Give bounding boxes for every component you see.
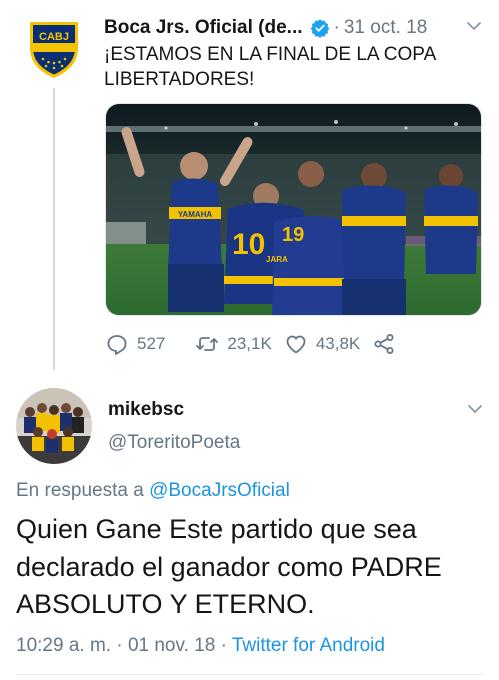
meta-separator-2: · — [220, 635, 227, 656]
reply-avatar[interactable] — [16, 388, 92, 464]
share-icon — [374, 334, 394, 354]
parent-tweet-header: Boca Jrs. Oficial (de... · 31 oct. 18 — [104, 14, 483, 42]
retweet-icon — [196, 337, 219, 351]
reply-count: 527 — [137, 334, 166, 353]
thread-line — [53, 88, 55, 370]
jersey-number-10: 10 — [232, 228, 265, 261]
retweet-action[interactable]: 23,1K — [195, 332, 272, 356]
meta-separator-1: · — [116, 635, 123, 656]
chevron-down-icon[interactable] — [466, 400, 484, 418]
boca-crest-icon: CABJ — [30, 22, 78, 78]
retweet-count: 23,1K — [227, 334, 272, 353]
tweet-time[interactable]: 10:29 a. m. — [16, 635, 111, 656]
in-reply-to-link[interactable]: @BocaJrsOficial — [149, 480, 290, 501]
like-action[interactable]: 43,8K — [284, 332, 360, 356]
share-action[interactable] — [372, 332, 396, 356]
reply-display-name[interactable]: mikebsc — [108, 399, 184, 421]
tweet-photo[interactable]: YAMAHA 10 19 JARA — [105, 103, 482, 316]
reply-tweet-text: Quien Gane Este partido que sea declarad… — [16, 514, 442, 619]
tweet-meta: 10:29 a. m. · 01 nov. 18 · Twitter for A… — [16, 635, 385, 657]
parent-display-name[interactable]: Boca Jrs. Oficial (de... — [104, 17, 303, 39]
sponsor-text: YAMAHA — [178, 210, 213, 219]
in-reply-prefix: En respuesta a — [16, 480, 150, 501]
tweet-date[interactable]: 01 nov. 18 — [128, 635, 215, 656]
verified-badge-icon — [310, 18, 330, 38]
boca-avatar[interactable]: CABJ — [26, 18, 82, 80]
parent-tweet[interactable]: CABJ Boca Jrs. Oficial (de... · 31 oct. … — [0, 0, 499, 372]
reply-icon — [107, 335, 127, 355]
crest-letters: CABJ — [39, 31, 69, 43]
parent-date-separator: · — [333, 17, 340, 38]
team-celebration-image: YAMAHA 10 19 JARA — [106, 104, 481, 315]
in-reply-to: En respuesta a @BocaJrsOficial — [16, 480, 290, 502]
parent-tweet-text: ¡ESTAMOS EN LA FINAL DE LA COPA LIBERTAD… — [104, 44, 436, 90]
sleeve-text: JARA — [266, 255, 288, 264]
reply-handle[interactable]: @ToreritoPoeta — [108, 432, 240, 454]
heart-icon — [286, 335, 306, 354]
chevron-down-icon[interactable] — [465, 17, 483, 35]
like-count: 43,8K — [315, 334, 361, 353]
jersey-number-19: 19 — [282, 224, 304, 246]
parent-date[interactable]: 31 oct. 18 — [344, 17, 427, 39]
reply-action[interactable]: 527 — [105, 332, 165, 356]
tweet-client-link[interactable]: Twitter for Android — [232, 635, 385, 656]
group-photo-image — [16, 388, 92, 464]
tweet-actions: 527 23,1K 43,8K — [105, 331, 396, 357]
divider — [16, 674, 483, 675]
